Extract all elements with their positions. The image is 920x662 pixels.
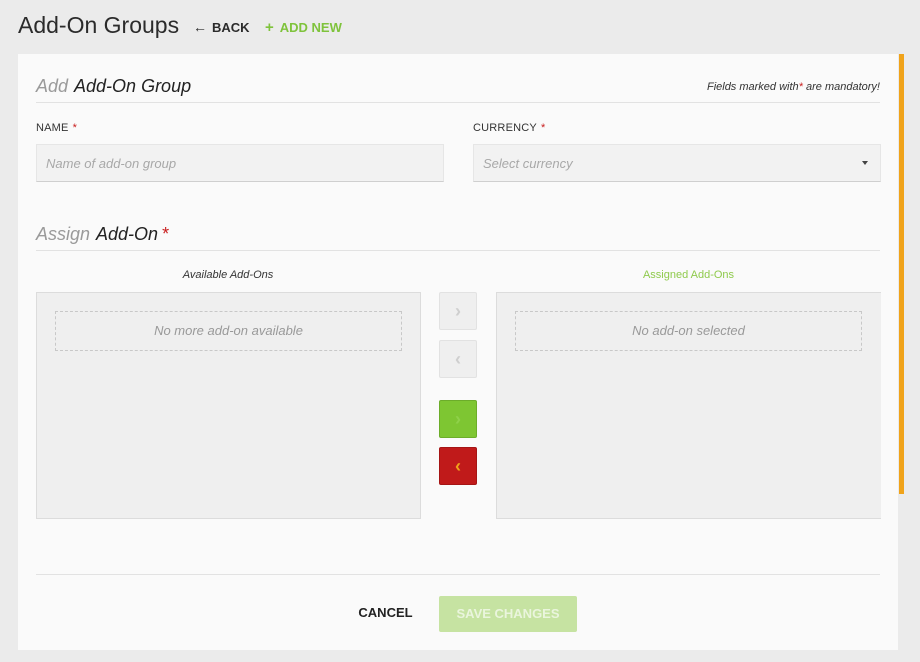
available-addons-list[interactable]: No more add-on available — [36, 292, 421, 519]
currency-selected-value: Select currency — [483, 156, 573, 171]
required-mark: * — [162, 224, 170, 244]
assigned-empty-placeholder: No add-on selected — [515, 311, 862, 351]
save-changes-button[interactable]: SAVE CHANGES — [439, 596, 577, 632]
assign-prefix: Assign — [36, 224, 91, 244]
mandatory-note: Fields marked with* are mandatory! — [706, 81, 880, 93]
back-link[interactable]: ← BACK — [193, 19, 250, 35]
chevron-down-icon — [862, 161, 868, 165]
currency-select[interactable]: Select currency — [473, 144, 881, 182]
add-new-label: ADD NEW — [279, 20, 342, 35]
chevron-right-icon: › — [455, 300, 461, 321]
move-all-right-button[interactable]: › — [439, 400, 477, 438]
currency-label: CURRENCY * — [473, 122, 546, 134]
cancel-button[interactable]: CANCEL — [348, 599, 423, 627]
move-all-left-button[interactable]: ‹ — [439, 447, 477, 485]
back-label: BACK — [212, 20, 250, 35]
chevron-left-icon: ‹ — [455, 348, 461, 369]
chevron-left-icon: ‹ — [455, 455, 461, 476]
available-empty-placeholder: No more add-on available — [55, 311, 402, 351]
name-label: NAME * — [36, 122, 78, 134]
chevron-right-icon: › — [455, 408, 461, 429]
plus-icon: + — [265, 19, 274, 36]
available-list-title: Available Add-Ons — [182, 269, 274, 281]
top-bar: Add-On Groups ← BACK + ADD NEW — [0, 0, 920, 54]
scrollbar[interactable] — [899, 54, 904, 494]
form-panel: Add Add-On Group Fields marked with* are … — [18, 54, 898, 650]
assign-section-header: Assign Add-On * — [36, 224, 880, 251]
section-title: Add-On Group — [74, 76, 192, 96]
arrow-left-icon: ← — [193, 19, 207, 35]
assigned-addons-list[interactable]: No add-on selected — [496, 292, 881, 519]
section-prefix: Add — [36, 76, 69, 96]
assigned-list-title: Assigned Add-Ons — [642, 269, 735, 281]
name-input[interactable] — [36, 144, 444, 182]
form-section-header: Add Add-On Group Fields marked with* are … — [36, 76, 880, 103]
assign-title: Add-On — [96, 224, 159, 244]
page-title: Add-On Groups — [18, 12, 180, 38]
move-left-button[interactable]: ‹ — [439, 340, 477, 378]
footer-divider — [36, 574, 880, 575]
move-right-button[interactable]: › — [439, 292, 477, 330]
add-new-link[interactable]: + ADD NEW — [265, 19, 342, 36]
